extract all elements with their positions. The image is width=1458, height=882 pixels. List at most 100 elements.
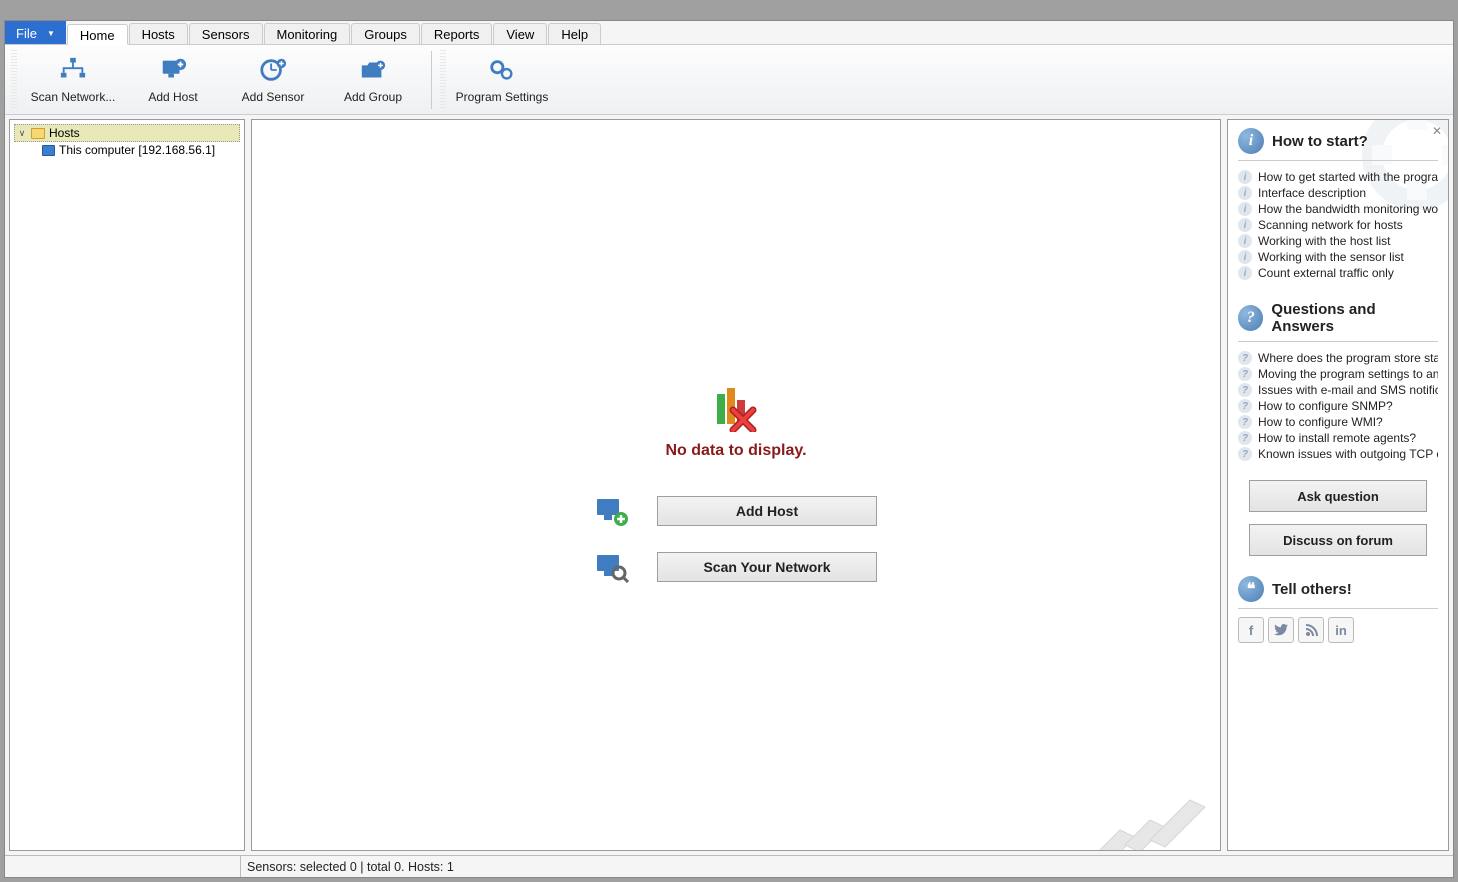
ribbon-add-sensor[interactable]: Add Sensor — [223, 49, 323, 111]
tree-collapse-icon[interactable]: ∨ — [17, 128, 27, 139]
status-bar: Sensors: selected 0 | total 0. Hosts: 1 — [5, 855, 1453, 877]
help-link[interactable]: iCount external traffic only — [1238, 265, 1438, 281]
q-bullet-icon: ? — [1238, 367, 1252, 381]
add-host-button[interactable]: Add Host — [657, 496, 877, 526]
add-group-icon — [359, 56, 387, 84]
info-icon: i — [1238, 128, 1264, 154]
discuss-forum-button[interactable]: Discuss on forum — [1249, 524, 1427, 556]
qa-link[interactable]: ?How to configure WMI? — [1238, 414, 1438, 430]
tree-root-hosts[interactable]: ∨ Hosts — [14, 124, 240, 142]
tell-others-title: Tell others! — [1272, 581, 1352, 598]
no-data-icon — [711, 388, 761, 432]
host-icon — [42, 145, 55, 156]
social-buttons: f in — [1238, 617, 1438, 643]
help-link[interactable]: iHow the bandwidth monitoring wor... — [1238, 201, 1438, 217]
tab-view[interactable]: View — [493, 23, 547, 44]
workspace: ∨ Hosts This computer [192.168.56.1] — [5, 115, 1453, 855]
question-icon: ? — [1238, 305, 1263, 331]
tell-others-section: ❝ Tell others! f in — [1238, 576, 1438, 643]
decorative-3d-bars-icon — [1090, 760, 1221, 851]
add-sensor-icon — [259, 56, 287, 84]
tab-help[interactable]: Help — [548, 23, 601, 44]
ribbon-add-host[interactable]: Add Host — [123, 49, 223, 111]
q-bullet-icon: ? — [1238, 399, 1252, 413]
no-data-block: No data to display. — [665, 388, 806, 460]
help-link[interactable]: iScanning network for hosts — [1238, 217, 1438, 233]
ribbon-grip-2 — [440, 50, 446, 110]
qa-list: ?Where does the program store stats, ...… — [1238, 350, 1438, 462]
chat-icon: ❝ — [1238, 576, 1264, 602]
ask-question-button[interactable]: Ask question — [1249, 480, 1427, 512]
tab-home[interactable]: Home — [67, 24, 128, 45]
linkedin-icon[interactable]: in — [1328, 617, 1354, 643]
ribbon-add-sensor-label: Add Sensor — [242, 90, 305, 104]
ribbon-grip — [11, 50, 17, 110]
help-side-panel: ✕ i How to start? iHow to get started wi… — [1227, 119, 1449, 851]
help-link[interactable]: iWorking with the host list — [1238, 233, 1438, 249]
info-bullet-icon: i — [1238, 218, 1252, 232]
qa-heading: ? Questions and Answers — [1238, 301, 1438, 342]
q-bullet-icon: ? — [1238, 415, 1252, 429]
ribbon-add-group-label: Add Group — [344, 90, 402, 104]
qa-title: Questions and Answers — [1271, 301, 1438, 335]
status-text: Sensors: selected 0 | total 0. Hosts: 1 — [241, 860, 454, 874]
add-host-row: Add Host — [595, 496, 877, 526]
ribbon-add-group[interactable]: Add Group — [323, 49, 423, 111]
tree-item-this-computer[interactable]: This computer [192.168.56.1] — [14, 142, 240, 158]
ribbon-separator — [431, 51, 432, 109]
tab-monitoring[interactable]: Monitoring — [264, 23, 351, 44]
rss-icon[interactable] — [1298, 617, 1324, 643]
scan-network-button[interactable]: Scan Your Network — [657, 552, 877, 582]
gear-icon — [488, 56, 516, 84]
ribbon-toolbar: Scan Network... Add Host Add Sensor Add … — [5, 45, 1453, 115]
twitter-icon[interactable] — [1268, 617, 1294, 643]
tell-others-heading: ❝ Tell others! — [1238, 576, 1438, 609]
ribbon-scan-network-label: Scan Network... — [31, 90, 116, 104]
app-window: File ▼ Home Hosts Sensors Monitoring Gro… — [4, 20, 1454, 878]
no-data-text: No data to display. — [665, 442, 806, 460]
qa-link[interactable]: ?How to configure SNMP? — [1238, 398, 1438, 414]
tree-root-label: Hosts — [49, 126, 80, 140]
tab-groups[interactable]: Groups — [351, 23, 420, 44]
tab-hosts[interactable]: Hosts — [129, 23, 188, 44]
qa-link[interactable]: ?Issues with e-mail and SMS notificati..… — [1238, 382, 1438, 398]
q-bullet-icon: ? — [1238, 431, 1252, 445]
ribbon-scan-network[interactable]: Scan Network... — [23, 49, 123, 111]
tab-reports[interactable]: Reports — [421, 23, 493, 44]
info-bullet-icon: i — [1238, 250, 1252, 264]
facebook-icon[interactable]: f — [1238, 617, 1264, 643]
add-host-big-icon — [595, 497, 627, 525]
ribbon-program-settings[interactable]: Program Settings — [452, 49, 552, 111]
center-actions: Add Host Scan Your Network — [595, 496, 877, 582]
q-bullet-icon: ? — [1238, 351, 1252, 365]
how-to-start-section: i How to start? iHow to get started with… — [1238, 128, 1438, 281]
scan-network-row: Scan Your Network — [595, 552, 877, 582]
how-to-start-heading: i How to start? — [1238, 128, 1438, 161]
tab-sensors[interactable]: Sensors — [189, 23, 263, 44]
how-to-start-list: iHow to get started with the program? iI… — [1238, 169, 1438, 281]
help-link[interactable]: iHow to get started with the program? — [1238, 169, 1438, 185]
menu-file[interactable]: File ▼ — [5, 21, 66, 44]
qa-link[interactable]: ?Moving the program settings to ano... — [1238, 366, 1438, 382]
info-bullet-icon: i — [1238, 266, 1252, 280]
menu-bar: File ▼ Home Hosts Sensors Monitoring Gro… — [5, 21, 1453, 45]
q-bullet-icon: ? — [1238, 383, 1252, 397]
network-icon — [59, 56, 87, 84]
qa-section: ? Questions and Answers ?Where does the … — [1238, 301, 1438, 556]
info-bullet-icon: i — [1238, 186, 1252, 200]
help-link[interactable]: iWorking with the sensor list — [1238, 249, 1438, 265]
qa-link[interactable]: ?How to install remote agents? — [1238, 430, 1438, 446]
qa-link[interactable]: ?Known issues with outgoing TCP co... — [1238, 446, 1438, 462]
info-bullet-icon: i — [1238, 234, 1252, 248]
qa-link[interactable]: ?Where does the program store stats, ... — [1238, 350, 1438, 366]
ribbon-add-host-label: Add Host — [148, 90, 197, 104]
status-spacer — [9, 856, 241, 877]
info-bullet-icon: i — [1238, 170, 1252, 184]
tree-item-label: This computer [192.168.56.1] — [59, 143, 215, 157]
dropdown-arrow-icon: ▼ — [47, 29, 55, 38]
how-to-start-title: How to start? — [1272, 133, 1368, 150]
main-content-panel: No data to display. Add Host Scan Your N… — [251, 119, 1221, 851]
add-host-icon — [159, 56, 187, 84]
q-bullet-icon: ? — [1238, 447, 1252, 461]
help-link[interactable]: iInterface description — [1238, 185, 1438, 201]
